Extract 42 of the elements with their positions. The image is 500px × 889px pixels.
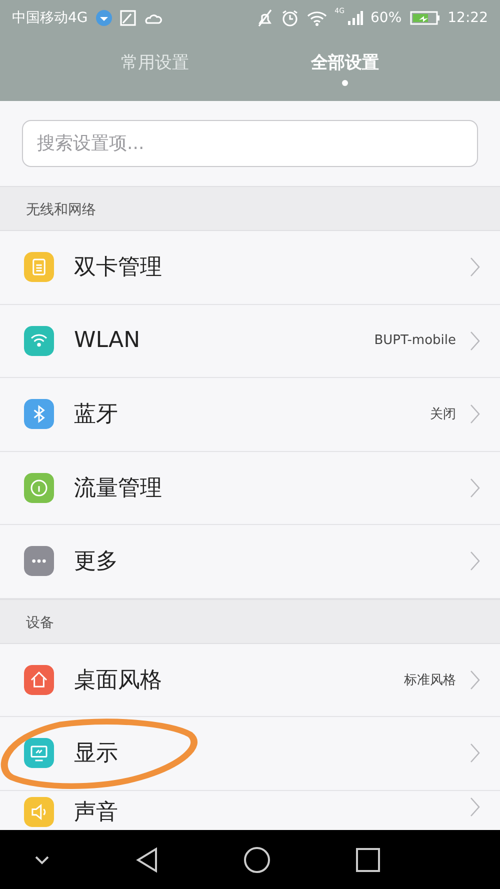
section-header: 无线和网络 (0, 186, 500, 231)
carrier-name: 中国移动4G (12, 8, 88, 26)
chevron-icon (470, 551, 480, 572)
setting-value: 关闭 (430, 406, 456, 424)
wifi-icon (306, 10, 327, 26)
signal-icon (346, 10, 363, 26)
chevron-icon (470, 670, 480, 690)
home-button[interactable] (243, 846, 272, 874)
settings-row[interactable]: 流量管理 (0, 452, 500, 525)
setting-label: 桌面风格 (74, 666, 163, 695)
battery-percent: 60% (370, 10, 402, 26)
setting-label: 双卡管理 (74, 254, 163, 282)
chevron-icon (470, 404, 480, 424)
setting-label: 蓝牙 (74, 401, 119, 430)
chevron-icon (470, 796, 480, 816)
clock-time: 12:22 (448, 10, 488, 26)
settings-row[interactable]: 显示 (0, 717, 500, 790)
chevron-icon (470, 743, 480, 764)
setting-label: WLAN (74, 328, 142, 354)
setting-value: BUPT-mobile (374, 333, 456, 348)
setting-value: 标准风格 (404, 672, 456, 689)
settings-row[interactable]: 桌面风格 标准风格 (0, 644, 500, 717)
chevron-icon (470, 478, 480, 498)
collapse-button[interactable] (34, 854, 50, 864)
back-button[interactable] (134, 846, 159, 872)
setting-label: 更多 (74, 548, 119, 576)
settings-row[interactable]: 蓝牙 关闭 (0, 378, 500, 452)
mute-icon (256, 8, 273, 26)
battery-icon (410, 10, 440, 26)
setting-label: 显示 (74, 740, 119, 768)
setting-label: 流量管理 (74, 474, 163, 503)
settings-row[interactable]: WLAN BUPT-mobile (0, 304, 500, 378)
chevron-icon (470, 330, 480, 351)
setting-label: 声音 (74, 798, 119, 826)
alarm-icon (280, 8, 299, 26)
section-header: 设备 (0, 598, 500, 644)
image-icon (120, 10, 136, 26)
search-field[interactable]: 搜索设置项... (22, 120, 478, 167)
recents-button[interactable] (356, 848, 380, 872)
settings-row[interactable]: 双卡管理 (0, 231, 500, 304)
notification-icon (96, 10, 112, 26)
chevron-icon (470, 257, 480, 278)
